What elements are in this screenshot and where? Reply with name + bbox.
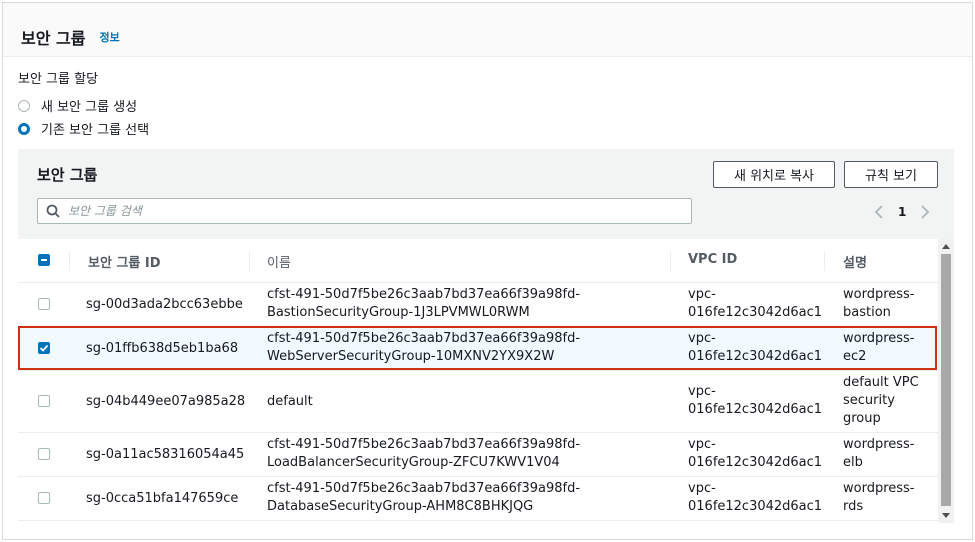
security-group-name-line1: default — [267, 394, 313, 409]
column-header-id[interactable]: 보안 그룹 ID — [88, 252, 161, 271]
table-title: 보안 그룹 — [37, 166, 98, 184]
security-group-name-line1: cfst-491-50d7f5be26c3aab7bd37ea66f39a98f… — [267, 331, 581, 346]
vpc-id-line1: vpc- — [688, 481, 716, 496]
radio-button[interactable] — [18, 99, 30, 112]
row-checkbox[interactable] — [38, 448, 50, 460]
pagination: 1 — [870, 201, 934, 223]
table-row[interactable]: sg-0a11ac58316054a45 cfst-491-50d7f5be26… — [18, 433, 954, 477]
chevron-left-icon[interactable] — [870, 203, 888, 221]
description-line2: ec2 — [843, 349, 867, 364]
description-line1: wordpress- — [843, 331, 915, 346]
current-page[interactable]: 1 — [898, 205, 906, 219]
security-group-name-line1: cfst-491-50d7f5be26c3aab7bd37ea66f39a98f… — [267, 437, 581, 452]
security-group-table-container: 보안 그룹 새 위치로 복사 규칙 보기 1 보안 그룹 ID 이름 VPC I… — [18, 149, 954, 523]
description-line2: elb — [843, 455, 863, 470]
column-header-name[interactable]: 이름 — [267, 252, 291, 271]
radio-label: 새 보안 그룹 생성 — [41, 100, 138, 115]
security-group-id: sg-0a11ac58316054a45 — [86, 447, 245, 462]
column-header-description[interactable]: 설명 — [843, 252, 867, 271]
table-scrollbar[interactable] — [938, 239, 954, 523]
panel-header: 보안 그룹 정보 — [3, 3, 972, 57]
table-header: 보안 그룹 ID 이름 VPC ID 설명 — [18, 239, 954, 283]
copy-to-new-button[interactable]: 새 위치로 복사 — [713, 161, 835, 188]
vpc-id-line2: 016fe12c3042d6ac1 — [688, 455, 823, 470]
security-group-id: sg-01ffb638d5eb1ba68 — [86, 341, 239, 356]
vpc-id-line2: 016fe12c3042d6ac1 — [688, 499, 823, 514]
table-row[interactable]: sg-00d3ada2bcc63ebbe cfst-491-50d7f5be26… — [18, 283, 954, 327]
row-checkbox[interactable] — [38, 492, 50, 504]
radio-create-new[interactable]: 새 보안 그룹 생성 — [18, 94, 149, 117]
description-line2: security — [843, 393, 895, 408]
description-line3: group — [843, 411, 881, 426]
security-group-id: sg-04b449ee07a985a28 — [86, 394, 246, 409]
vpc-id-line1: vpc- — [688, 437, 716, 452]
vpc-id-line1: vpc- — [688, 384, 716, 399]
security-group-name-line2: LoadBalancerSecurityGroup-ZFCU7KWV1V04 — [267, 455, 560, 470]
vpc-id-line1: vpc- — [688, 287, 716, 302]
view-rules-button[interactable]: 규칙 보기 — [844, 161, 938, 188]
security-group-name-line2: WebServerSecurityGroup-10MXNV2YX9X2W — [267, 349, 555, 364]
vpc-id-line2: 016fe12c3042d6ac1 — [688, 349, 823, 364]
select-all-checkbox[interactable] — [38, 254, 50, 266]
vpc-id-line2: 016fe12c3042d6ac1 — [688, 305, 823, 320]
table-row[interactable]: sg-0cca51bfa147659ce cfst-491-50d7f5be26… — [18, 477, 954, 521]
info-link[interactable]: 정보 — [99, 29, 119, 45]
scrollbar-thumb[interactable] — [941, 254, 951, 506]
radio-select-existing[interactable]: 기존 보안 그룹 선택 — [18, 117, 149, 140]
security-group-name-line1: cfst-491-50d7f5be26c3aab7bd37ea66f39a98f… — [267, 287, 581, 302]
radio-button-checked[interactable] — [18, 122, 30, 135]
column-header-vpc[interactable]: VPC ID — [688, 252, 737, 267]
security-group-name-line2: BastionSecurityGroup-1J3LPVMWL0RWM — [267, 305, 530, 320]
security-group-assignment: 보안 그룹 할당 새 보안 그룹 생성 기존 보안 그룹 선택 — [18, 68, 149, 140]
row-checkbox[interactable] — [38, 298, 50, 310]
assignment-label: 보안 그룹 할당 — [18, 72, 99, 87]
vpc-id-line1: vpc- — [688, 331, 716, 346]
vpc-id-line2: 016fe12c3042d6ac1 — [688, 402, 823, 417]
description-line1: wordpress- — [843, 287, 915, 302]
chevron-right-icon[interactable] — [916, 203, 934, 221]
panel-title: 보안 그룹 — [21, 29, 86, 48]
description-line1: default VPC — [843, 375, 919, 390]
table-row[interactable]: sg-04b449ee07a985a28 default vpc- 016fe1… — [18, 371, 954, 433]
row-checkbox-checked[interactable] — [38, 342, 50, 354]
row-checkbox[interactable] — [38, 395, 50, 407]
description-line1: wordpress- — [843, 481, 915, 496]
security-group-table: 보안 그룹 ID 이름 VPC ID 설명 sg-00d3ada2bcc63eb… — [18, 239, 954, 523]
radio-label: 기존 보안 그룹 선택 — [41, 123, 150, 138]
security-group-id: sg-00d3ada2bcc63ebbe — [86, 297, 243, 312]
description-line2: rds — [843, 499, 864, 514]
description-line1: wordpress- — [843, 437, 915, 452]
scroll-down-icon[interactable] — [942, 513, 950, 518]
security-group-id: sg-0cca51bfa147659ce — [86, 491, 239, 506]
search-icon — [46, 204, 60, 218]
table-row-selected[interactable]: sg-01ffb638d5eb1ba68 cfst-491-50d7f5be26… — [18, 327, 954, 371]
description-line2: bastion — [843, 305, 891, 320]
scroll-up-icon[interactable] — [942, 244, 950, 249]
security-group-name-line1: cfst-491-50d7f5be26c3aab7bd37ea66f39a98f… — [267, 481, 581, 496]
security-group-name-line2: DatabaseSecurityGroup-AHM8C8BHKJQG — [267, 499, 534, 514]
search-box[interactable] — [37, 198, 692, 224]
search-input[interactable] — [68, 204, 668, 218]
